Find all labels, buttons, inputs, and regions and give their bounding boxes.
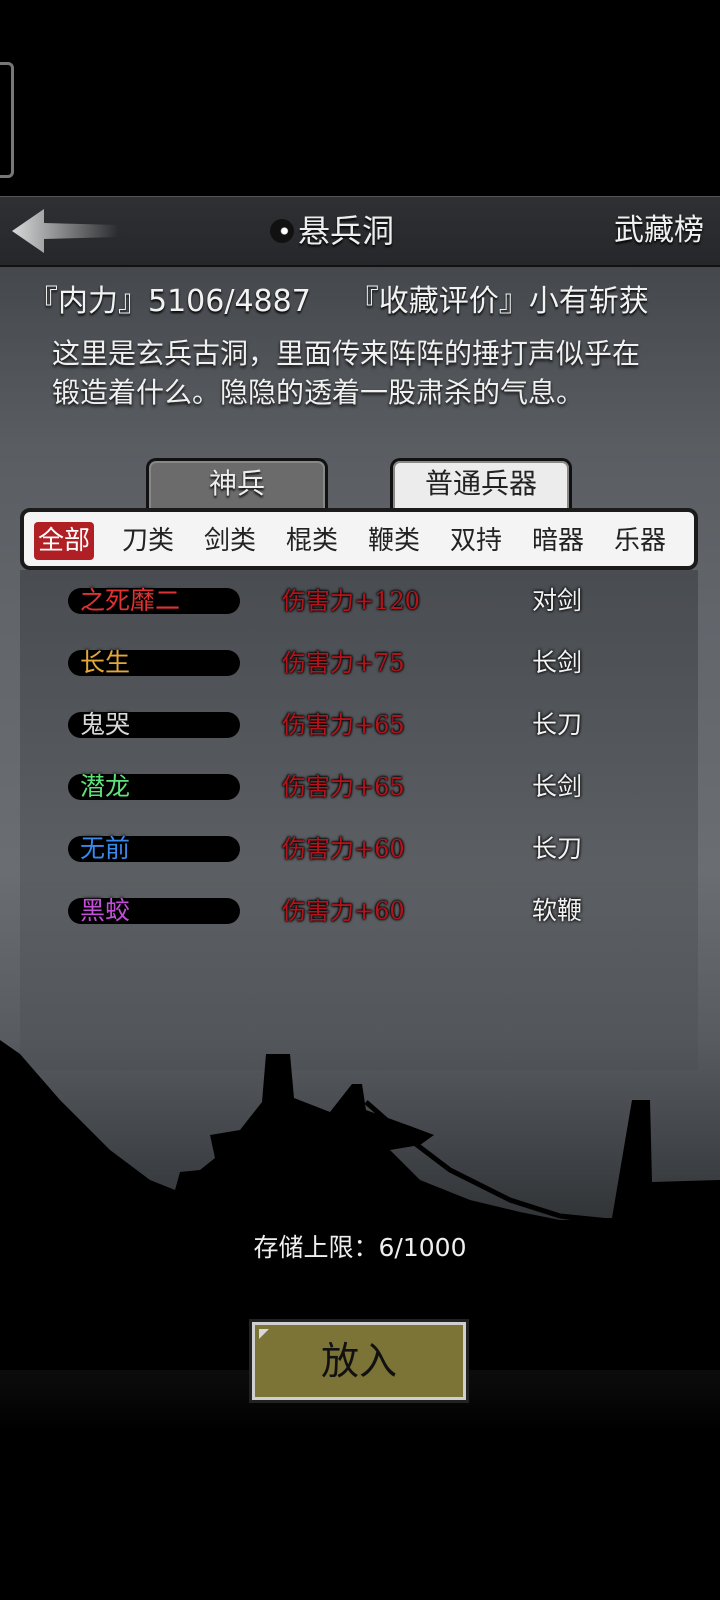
header-bar: 悬兵洞 武藏榜: [0, 196, 720, 267]
weapon-row[interactable]: 无前 伤害力+60 长刀: [20, 824, 698, 874]
collection-value: 小有斩获: [528, 284, 649, 319]
put-in-label: 放入: [320, 1339, 397, 1383]
rank-link[interactable]: 武藏榜: [614, 205, 704, 257]
device-edge-frame: [0, 62, 14, 178]
category-shuangchi[interactable]: 双持: [446, 522, 506, 560]
weapon-damage: 伤害力+60: [282, 835, 405, 863]
weapon-name: 鬼哭: [80, 710, 131, 739]
category-yueqi[interactable]: 乐器: [610, 522, 670, 560]
weapon-type: 长剑: [532, 772, 583, 801]
storage-value: 6/1000: [378, 1233, 467, 1262]
weapon-name: 之死靡二: [80, 586, 181, 615]
weapon-name: 黑蛟: [80, 896, 131, 925]
location-description: 这里是玄兵古洞，里面传来阵阵的捶打声似乎在锻造着什么。隐隐的透着一股肃杀的气息。: [52, 337, 641, 409]
weapon-damage: 伤害力+65: [282, 711, 405, 739]
category-filter-bar: 全部 刀类 剑类 棍类 鞭类 双持 暗器 乐器: [20, 508, 698, 570]
weapon-name: 潜龙: [80, 772, 131, 801]
storage-label: 存储上限：: [253, 1233, 379, 1262]
top-black-area: [0, 0, 720, 196]
weapon-list: 之死靡二 伤害力+120 对剑 长生 伤害力+75 长剑 鬼哭 伤害力+65 长…: [20, 570, 698, 1070]
page-title: 悬兵洞: [270, 205, 394, 257]
category-dao[interactable]: 刀类: [118, 522, 178, 560]
weapon-row[interactable]: 长生 伤害力+75 长剑: [20, 638, 698, 688]
weapon-damage: 伤害力+75: [282, 649, 405, 677]
stats-line: 『内力』5106/4887 『收藏评价』小有斩获: [28, 276, 708, 320]
category-jian[interactable]: 剑类: [200, 522, 260, 560]
weapon-row[interactable]: 黑蛟 伤害力+60 软鞭: [20, 886, 698, 936]
weapon-name: 长生: [80, 648, 131, 677]
weapon-type: 长剑: [532, 648, 583, 677]
storage-limit: 存储上限：6/1000: [0, 1228, 720, 1264]
button-corner-decoration: [259, 1329, 269, 1339]
arrow-left-icon: [12, 209, 118, 253]
weapon-type: 长刀: [532, 834, 583, 863]
weapon-type: 对剑: [532, 586, 583, 615]
collection-label: 『收藏评价』: [348, 284, 529, 319]
category-all[interactable]: 全部: [34, 522, 95, 560]
weapon-name: 无前: [80, 834, 131, 863]
back-button[interactable]: [10, 205, 120, 257]
weapon-damage: 伤害力+60: [282, 897, 405, 925]
weapon-type: 软鞭: [532, 896, 583, 925]
tab-normal-weapons[interactable]: 普通兵器: [390, 458, 572, 511]
category-gun[interactable]: 棍类: [282, 522, 342, 560]
rooftop-silhouette: [0, 1040, 720, 1370]
page-title-text: 悬兵洞: [298, 212, 395, 250]
weapon-damage: 伤害力+65: [282, 773, 405, 801]
weapon-row[interactable]: 鬼哭 伤害力+65 长刀: [20, 700, 698, 750]
weapon-row[interactable]: 之死靡二 伤害力+120 对剑: [20, 576, 698, 626]
neili-value: 5106/4887: [148, 284, 311, 319]
category-anqi[interactable]: 暗器: [528, 522, 588, 560]
category-bian[interactable]: 鞭类: [364, 522, 424, 560]
weapon-row[interactable]: 潜龙 伤害力+65 长剑: [20, 762, 698, 812]
tab-shenbing[interactable]: 神兵: [146, 458, 328, 511]
weapon-damage: 伤害力+120: [282, 587, 420, 615]
exclamation-dot-icon: [270, 218, 294, 243]
neili-label: 『内力』: [28, 284, 148, 319]
put-in-button[interactable]: 放入: [249, 1319, 469, 1403]
weapon-type: 长刀: [532, 710, 583, 739]
